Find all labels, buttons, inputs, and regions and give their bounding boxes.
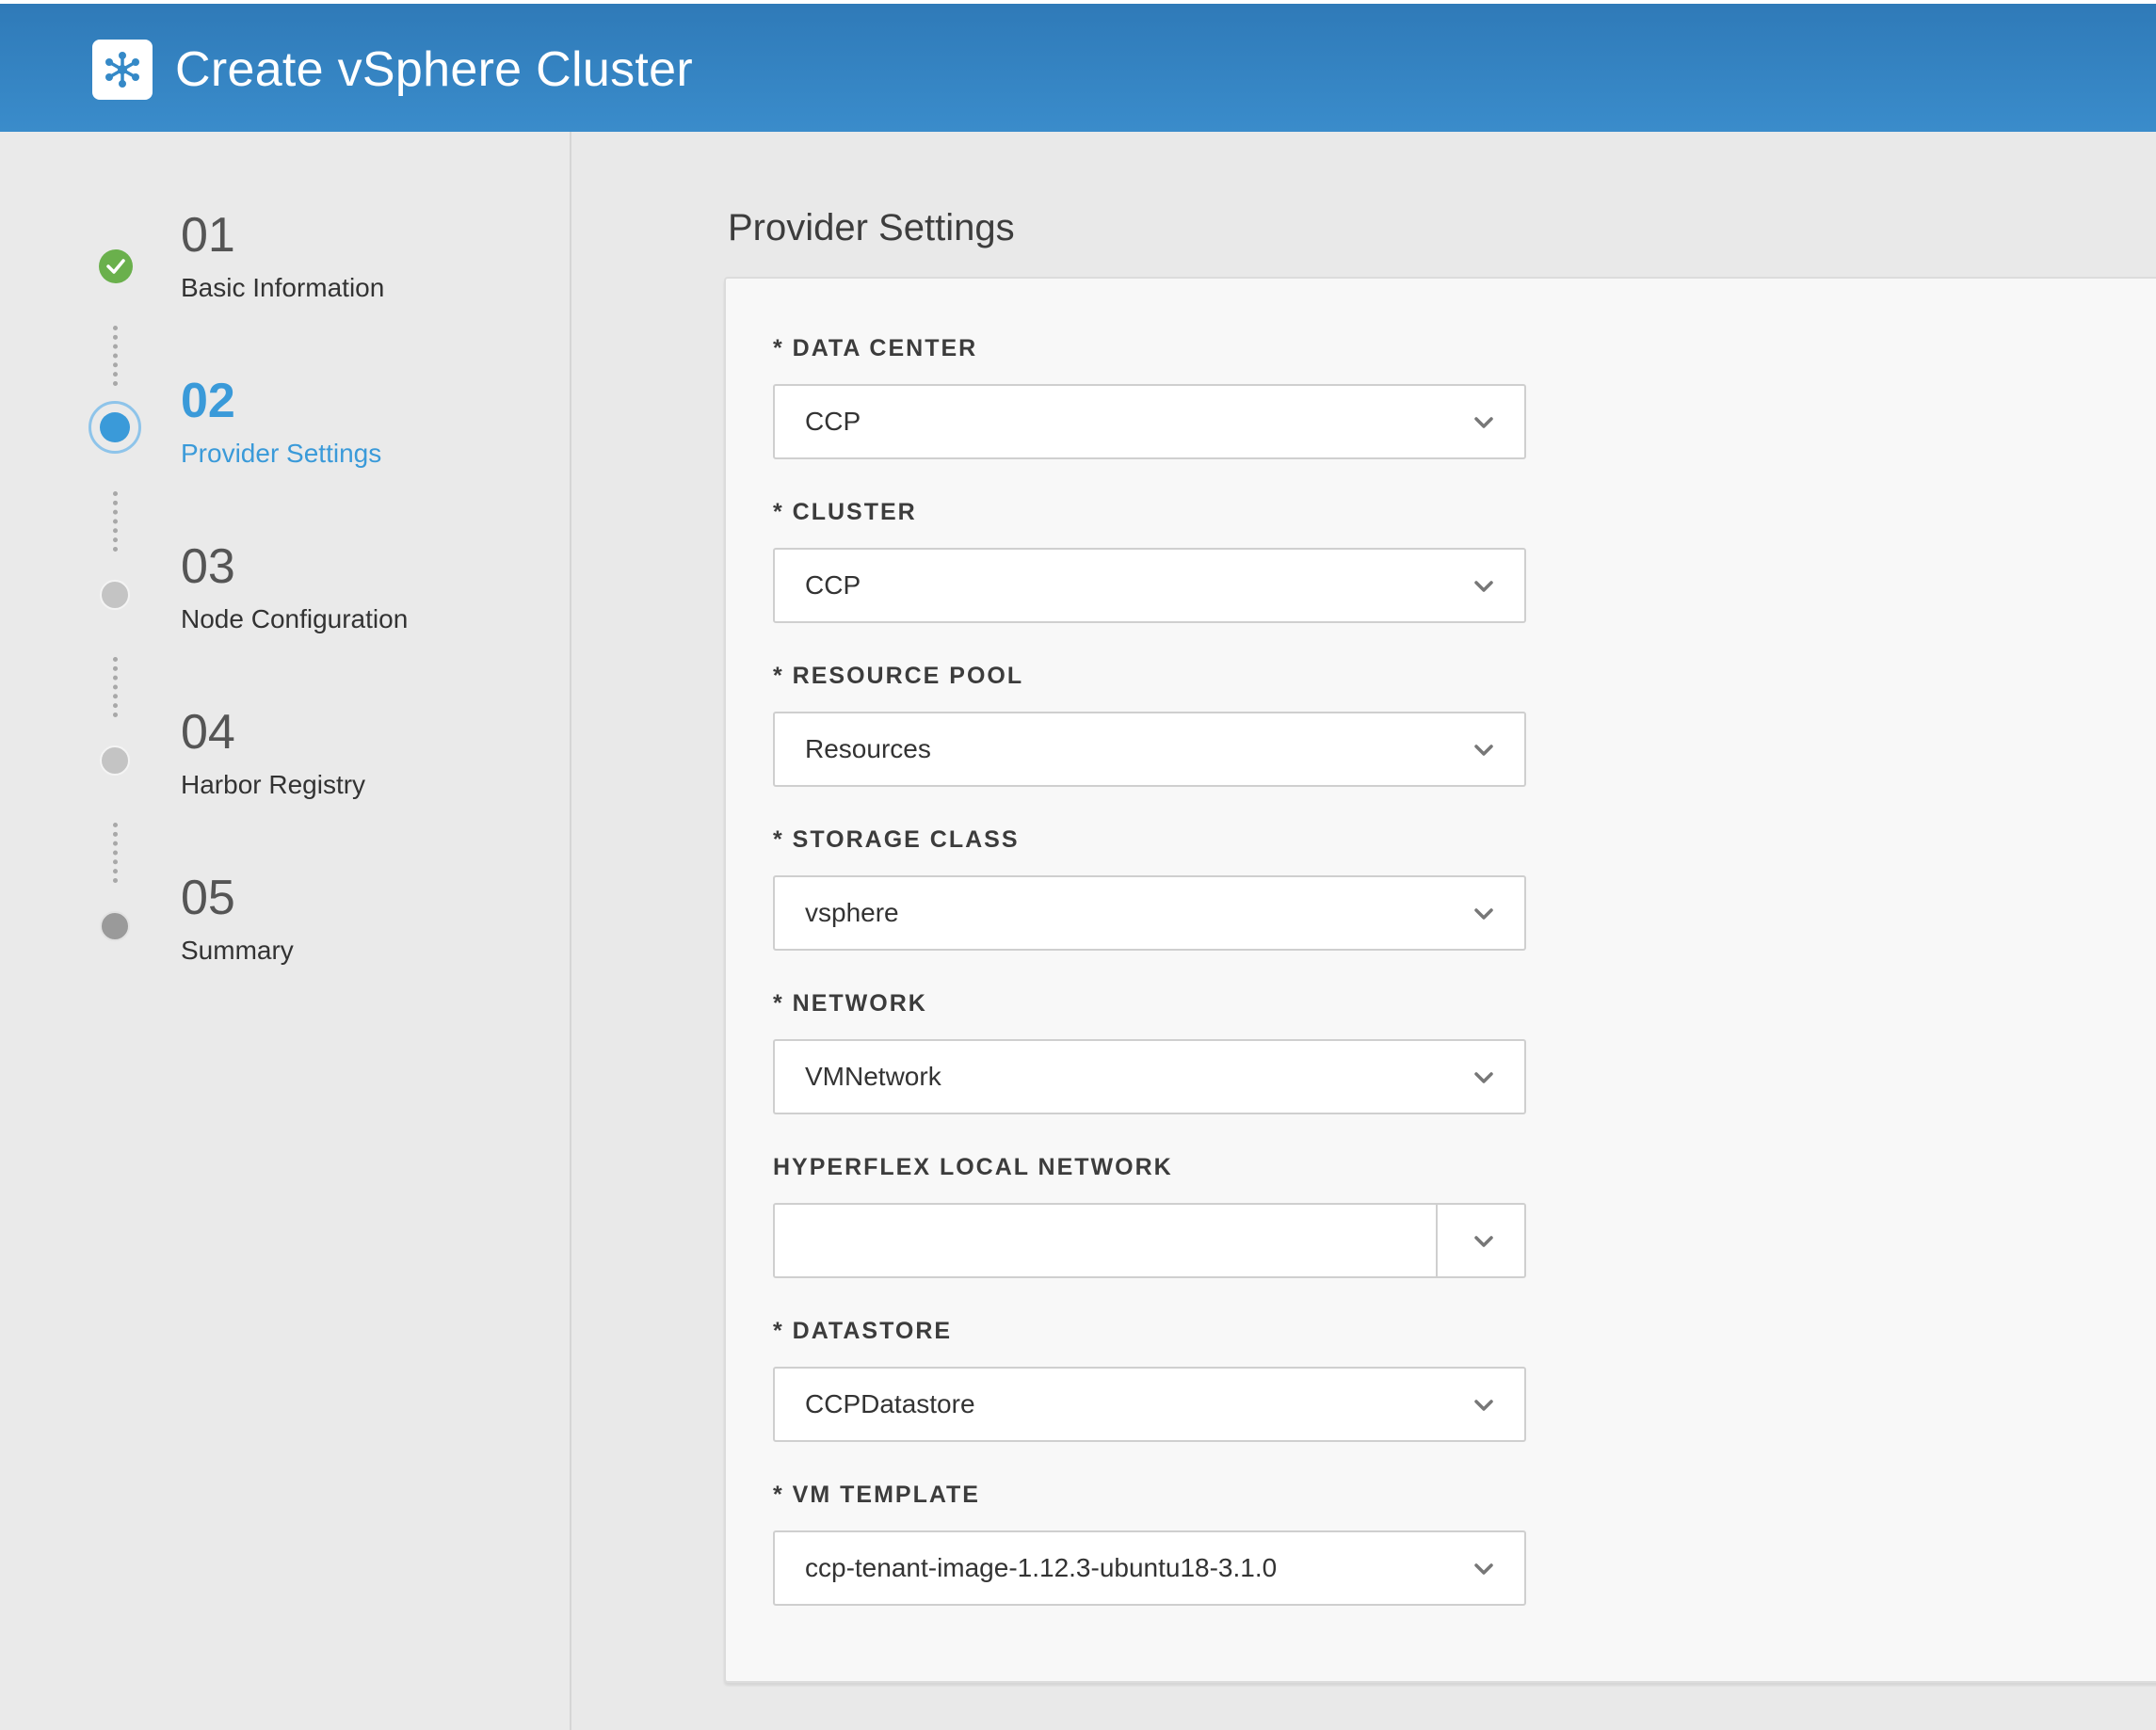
resource-pool-label: * RESOURCE POOL: [773, 663, 1024, 689]
data-center-select[interactable]: CCP: [773, 384, 1526, 459]
vm-template-label: * VM TEMPLATE: [773, 1482, 980, 1508]
network-label: * NETWORK: [773, 990, 927, 1017]
step-number: 01: [181, 208, 235, 263]
pending-step-icon: [100, 580, 130, 610]
storage-class-value: vsphere: [805, 898, 899, 927]
cluster-label: * CLUSTER: [773, 499, 917, 525]
datastore-select[interactable]: CCPDatastore: [773, 1367, 1526, 1442]
chevron-down-icon: [1474, 581, 1493, 592]
app-header: Create vSphere Cluster: [0, 0, 2156, 132]
chevron-down-icon: [1474, 908, 1493, 920]
wizard-sidebar: 01 Basic Information 02 Provider Setting…: [0, 132, 571, 1730]
chevron-down-icon: [1474, 1563, 1493, 1575]
main-content: Provider Settings * DATA CENTER CCP * CL…: [573, 132, 2156, 1730]
storage-class-select[interactable]: vsphere: [773, 875, 1526, 951]
chevron-down-icon: [1474, 1400, 1493, 1411]
resource-pool-select[interactable]: Resources: [773, 712, 1526, 787]
vm-template-select[interactable]: ccp-tenant-image-1.12.3-ubuntu18-3.1.0: [773, 1530, 1526, 1606]
datastore-value: CCPDatastore: [805, 1389, 975, 1418]
step-number: 04: [181, 705, 235, 760]
chevron-down-icon: [1474, 1072, 1493, 1083]
wizard-step-node-configuration[interactable]: 03 Node Configuration: [0, 538, 565, 680]
data-center-label: * DATA CENTER: [773, 335, 978, 361]
resource-pool-value: Resources: [805, 734, 931, 763]
pending-step-icon: [100, 745, 130, 776]
vm-template-value: ccp-tenant-image-1.12.3-ubuntu18-3.1.0: [805, 1553, 1278, 1582]
wizard-step-basic-information[interactable]: 01 Basic Information: [0, 207, 565, 348]
pending-step-icon: [100, 911, 130, 941]
hyperflex-local-network-label: HYPERFLEX LOCAL NETWORK: [773, 1154, 1173, 1180]
storage-class-label: * STORAGE CLASS: [773, 826, 1020, 853]
data-center-value: CCP: [805, 407, 861, 436]
chevron-down-icon: [1474, 745, 1493, 756]
network-value: VMNetwork: [805, 1062, 941, 1091]
wizard-step-summary[interactable]: 05 Summary: [0, 870, 565, 1011]
step-label: Node Configuration: [181, 604, 409, 633]
select-divider: [1436, 1205, 1438, 1276]
network-select[interactable]: VMNetwork: [773, 1039, 1526, 1114]
active-step-icon: [88, 401, 141, 454]
page-title: Create vSphere Cluster: [175, 42, 693, 97]
step-label: Harbor Registry: [181, 770, 366, 799]
step-number: 03: [181, 539, 235, 594]
cluster-select[interactable]: CCP: [773, 548, 1526, 623]
step-label: Basic Information: [181, 273, 385, 302]
cluster-value: CCP: [805, 570, 861, 600]
wizard-step-harbor-registry[interactable]: 04 Harbor Registry: [0, 704, 565, 845]
chevron-down-icon: [1474, 417, 1493, 428]
step-label: Summary: [181, 936, 294, 965]
section-title: Provider Settings: [728, 207, 1015, 248]
hyperflex-local-network-select[interactable]: [773, 1203, 1526, 1278]
provider-settings-form: * DATA CENTER CCP * CLUSTER CCP * RESOUR…: [724, 277, 2156, 1683]
step-label: Provider Settings: [181, 439, 382, 468]
step-number: 02: [181, 374, 235, 428]
check-circle-icon: [99, 249, 133, 283]
wizard-step-provider-settings[interactable]: 02 Provider Settings: [0, 373, 565, 514]
step-number: 05: [181, 871, 235, 925]
network-hub-icon: [92, 40, 153, 100]
datastore-label: * DATASTORE: [773, 1318, 953, 1344]
chevron-down-icon: [1474, 1236, 1493, 1247]
